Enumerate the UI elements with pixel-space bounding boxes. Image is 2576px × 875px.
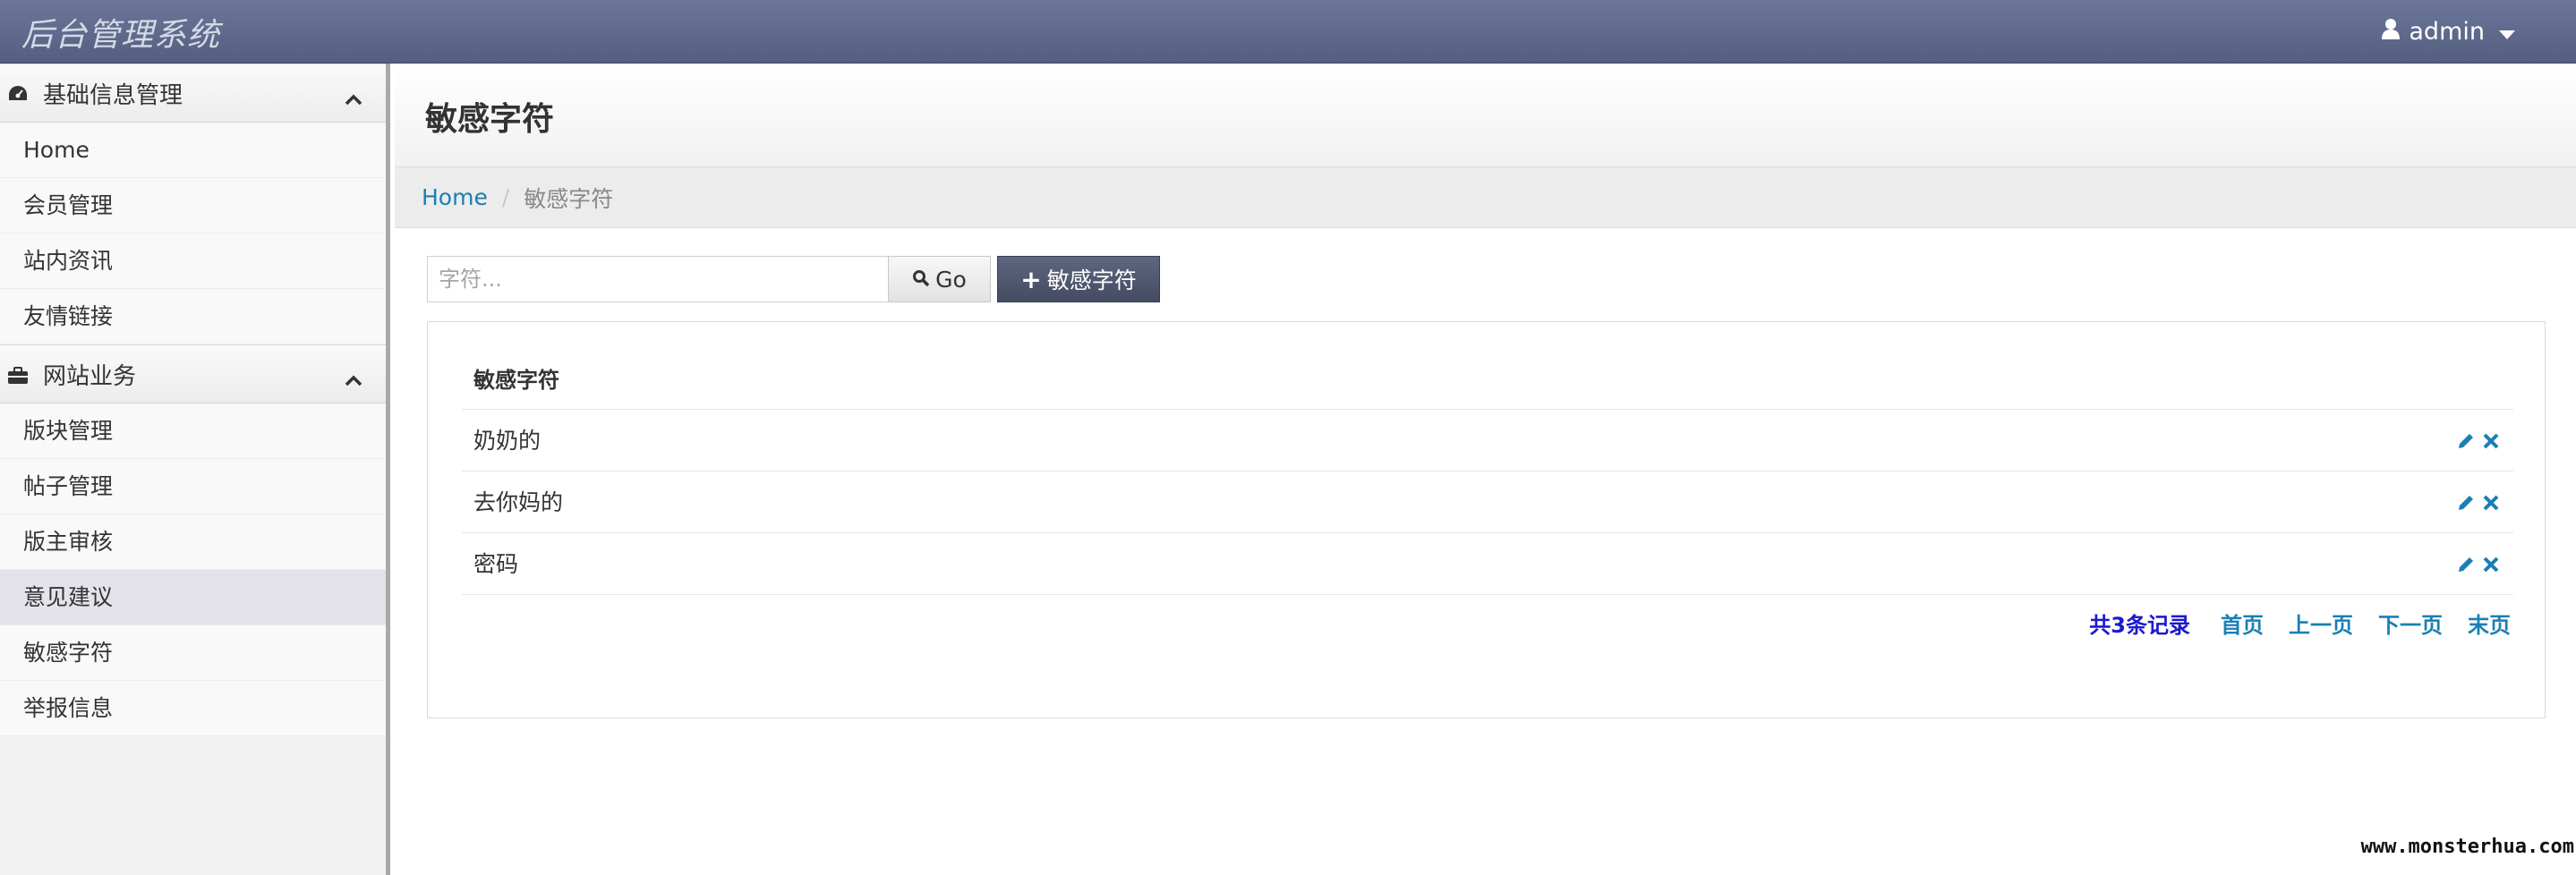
page-header: 敏感字符: [395, 64, 2576, 167]
next-page-link[interactable]: 下一页: [2378, 607, 2443, 639]
edit-icon[interactable]: [2456, 493, 2476, 516]
add-button-label: 敏感字符: [1046, 268, 1137, 293]
table-row: 去你妈的: [462, 471, 2513, 533]
page-title: 敏感字符: [425, 101, 555, 138]
table-cell-word: 奶奶的: [473, 428, 542, 454]
table-row: 密码: [462, 533, 2513, 595]
sidebar-group-basic[interactable]: 基础信息管理: [0, 64, 386, 123]
breadcrumb: Home / 敏感字符: [395, 167, 2576, 228]
sidebar-group-label: 网站业务: [43, 362, 137, 390]
sidebar-item-home[interactable]: Home: [0, 123, 386, 178]
breadcrumb-current: 敏感字符: [524, 185, 614, 212]
search-icon: [912, 267, 935, 293]
watermark: www.monsterhua.com: [2360, 836, 2574, 858]
first-page-link[interactable]: 首页: [2221, 607, 2264, 639]
dashboard-icon: [7, 83, 29, 110]
plus-icon: +: [1020, 264, 1042, 294]
sidebar-item-news[interactable]: 站内资讯: [0, 234, 386, 289]
record-count: 共3条记录: [2089, 612, 2190, 638]
content-panel: 敏感字符 奶奶的 去你妈的 密码 共3条记录 首页 上一页 下一页 末页: [427, 321, 2546, 718]
sidebar-item-members[interactable]: 会员管理: [0, 178, 386, 234]
sidebar: 基础信息管理 Home 会员管理 站内资讯 友情链接 网站业务 版块管理 帖子管…: [0, 64, 390, 875]
search-input[interactable]: [427, 256, 889, 302]
sidebar-item-boards[interactable]: 版块管理: [0, 404, 386, 459]
table-row: 奶奶的: [462, 410, 2513, 471]
app-title[interactable]: 后台管理系统: [21, 9, 220, 55]
chevron-up-icon[interactable]: [345, 366, 363, 393]
edit-icon[interactable]: [2456, 555, 2476, 578]
last-page-link[interactable]: 末页: [2468, 607, 2511, 639]
user-icon: [2382, 18, 2409, 46]
search-go-button[interactable]: Go: [888, 256, 991, 302]
breadcrumb-separator: /: [501, 184, 510, 210]
sidebar-group-label: 基础信息管理: [43, 81, 183, 109]
user-name: admin: [2409, 17, 2485, 46]
edit-icon[interactable]: [2456, 431, 2476, 454]
delete-icon[interactable]: [2481, 555, 2501, 578]
sidebar-item-links[interactable]: 友情链接: [0, 289, 386, 344]
table-header: 敏感字符: [462, 351, 2513, 410]
sidebar-item-moderator-review[interactable]: 版主审核: [0, 514, 386, 570]
go-button-label: Go: [935, 266, 967, 293]
sidebar-group-business[interactable]: 网站业务: [0, 344, 386, 404]
prev-page-link[interactable]: 上一页: [2289, 607, 2353, 639]
sidebar-item-posts[interactable]: 帖子管理: [0, 459, 386, 514]
top-navbar: 后台管理系统 admin: [0, 0, 2576, 64]
breadcrumb-home-link[interactable]: Home: [422, 184, 488, 210]
sidebar-item-reports[interactable]: 举报信息: [0, 681, 386, 736]
user-menu[interactable]: admin: [2382, 14, 2524, 48]
add-sensitive-word-button[interactable]: + 敏感字符: [997, 256, 1160, 302]
sidebar-item-sensitive-words[interactable]: 敏感字符: [0, 625, 386, 681]
sensitive-words-table: 敏感字符 奶奶的 去你妈的 密码: [462, 351, 2513, 595]
pagination: 共3条记录 首页 上一页 下一页 末页: [2089, 605, 2511, 641]
delete-icon[interactable]: [2481, 431, 2501, 454]
caret-down-icon: [2499, 18, 2524, 46]
chevron-up-icon[interactable]: [345, 85, 363, 112]
sidebar-item-feedback[interactable]: 意见建议: [0, 570, 386, 625]
delete-icon[interactable]: [2481, 493, 2501, 516]
table-cell-word: 去你妈的: [473, 489, 564, 515]
table-cell-word: 密码: [473, 551, 519, 577]
briefcase-icon: [7, 364, 29, 391]
